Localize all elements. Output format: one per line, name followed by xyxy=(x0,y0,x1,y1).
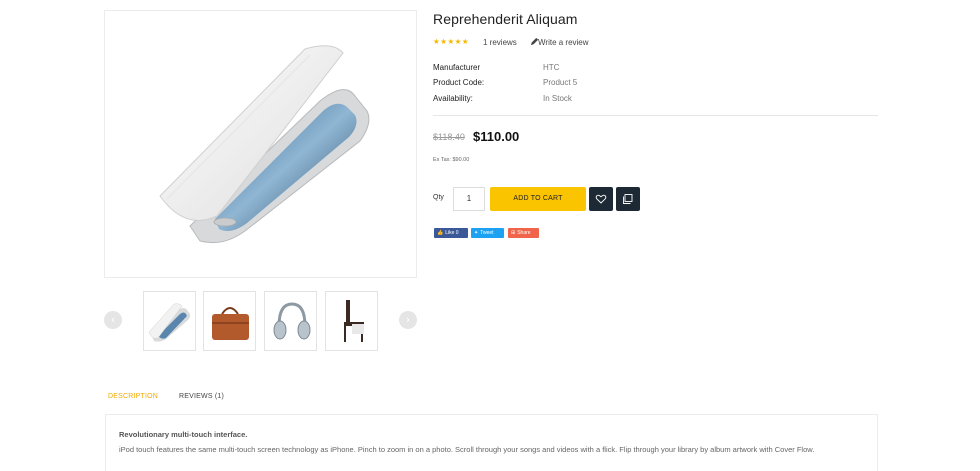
brown-bag-thumb-image xyxy=(212,307,249,340)
old-price: $118.40 xyxy=(433,132,465,142)
headphones-thumb-image xyxy=(273,302,311,340)
reviews-count-link[interactable]: 1 reviews xyxy=(483,38,517,47)
star-rating: ★★★★★ xyxy=(433,37,470,46)
spec-label: Product Code: xyxy=(433,78,485,87)
thumbnail-headphones[interactable] xyxy=(264,291,317,351)
quantity-input[interactable]: 1 xyxy=(453,187,485,211)
qty-label: Qty xyxy=(433,194,444,201)
new-price: $110.00 xyxy=(473,129,520,144)
spec-label: Manufacturer xyxy=(433,63,481,72)
chair-thumb-image xyxy=(344,300,364,342)
heart-icon xyxy=(595,194,607,204)
write-review-link[interactable]: Write a review xyxy=(538,38,589,47)
tweet-label: Tweet xyxy=(480,230,494,236)
facebook-like-button[interactable]: 👍 Like 0 xyxy=(434,228,468,238)
spec-label: Availability: xyxy=(433,94,473,103)
spec-value[interactable]: HTC xyxy=(543,63,559,72)
twitter-bird-icon: ✦ xyxy=(474,230,479,236)
spec-value: Product 5 xyxy=(543,78,578,87)
spec-value: In Stock xyxy=(543,94,572,103)
description-panel: Revolutionary multi-touch interface. iPo… xyxy=(105,414,878,471)
add-to-cart-button[interactable]: ADD TO CART xyxy=(490,187,586,211)
prev-arrow-button[interactable]: ‹ xyxy=(104,311,122,329)
tweet-button[interactable]: ✦ Tweet xyxy=(471,228,504,238)
thumbnail-phone-case[interactable] xyxy=(143,291,196,351)
phone-flip-case-image xyxy=(159,45,370,244)
tab-description[interactable]: DESCRIPTION xyxy=(108,393,158,400)
thumbnail-chair[interactable] xyxy=(325,291,378,351)
share-button[interactable]: ⊞ Share xyxy=(508,228,539,238)
next-arrow-button[interactable]: › xyxy=(399,311,417,329)
description-body: iPod touch features the same multi-touch… xyxy=(119,445,815,454)
compare-icon xyxy=(623,194,633,204)
ex-tax-price: Ex Tax: $90.00 xyxy=(433,157,470,163)
divider xyxy=(433,115,878,116)
compare-button[interactable] xyxy=(616,187,640,211)
description-heading: Revolutionary multi-touch interface. xyxy=(119,430,248,439)
main-product-image[interactable] xyxy=(104,10,417,278)
product-title: Reprehenderit Aliquam xyxy=(433,11,578,27)
add-to-wishlist-button[interactable] xyxy=(589,187,613,211)
phone-case-thumb-image xyxy=(148,303,191,342)
tab-reviews[interactable]: REVIEWS (1) xyxy=(179,393,224,400)
share-plus-icon: ⊞ xyxy=(511,230,516,236)
thumbnail-brown-bag[interactable] xyxy=(203,291,256,351)
share-label: Share xyxy=(517,230,531,236)
thumbs-up-icon: 👍 xyxy=(437,230,444,236)
like-label: Like 0 xyxy=(445,230,459,236)
thumbnail-carousel: ‹ › xyxy=(104,291,417,351)
